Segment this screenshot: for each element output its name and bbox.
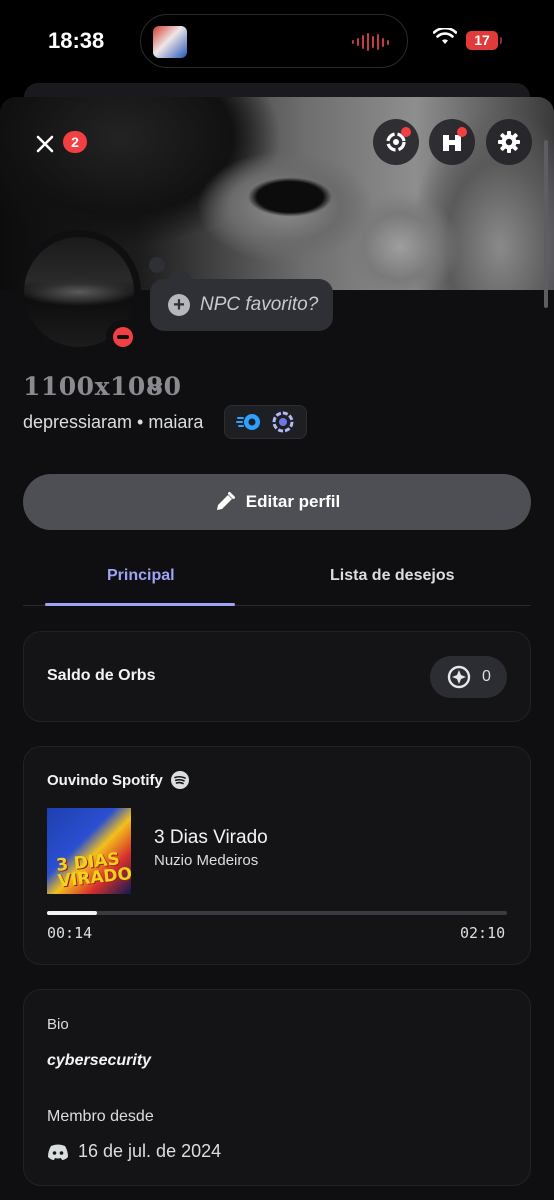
badge-group[interactable] [224,405,307,439]
tab-active-indicator [45,603,235,606]
bio-heading: Bio [47,1016,69,1033]
track-title[interactable]: 3 Dias Virado [154,827,268,849]
tab-principal[interactable]: Principal [107,567,175,585]
thought-bubble-dot [149,257,165,273]
edit-profile-label: Editar perfil [245,492,341,511]
dnd-status-icon [113,327,133,347]
spotify-label: Ouvindo Spotify [47,772,163,789]
plus-icon: + [168,294,190,316]
member-since-date: 16 de jul. de 2024 [78,1141,222,1161]
progress-fill [47,911,97,915]
gear-icon [498,131,520,153]
total-time: 02:10 [460,924,506,942]
track-artist[interactable]: Nuzio Medeiros [154,852,258,869]
scroll-indicator[interactable] [544,140,548,308]
notification-badge: 2 [63,131,87,153]
close-icon[interactable] [34,133,56,155]
tab-wishlist[interactable]: Lista de desejos [330,567,455,585]
orb-icon [447,665,471,689]
progress-bar [47,911,507,915]
boost-badge-icon [272,411,293,433]
custom-status-bubble[interactable]: + NPC favorito? [150,279,333,331]
orbs-label: Saldo de Orbs [47,667,156,684]
now-playing-art [153,26,187,58]
battery-cap [500,37,502,44]
shop-button[interactable] [429,119,475,165]
bio-text: cybersecurity [47,1052,152,1069]
dynamic-island[interactable] [140,14,408,68]
discord-icon [48,1144,68,1160]
battery-icon: 17 [466,31,498,50]
pencil-icon [216,492,235,510]
wifi-icon [433,28,457,44]
quest-button[interactable] [373,119,419,165]
quest-alert-dot [401,127,411,137]
elapsed-time: 00:14 [47,924,93,942]
custom-status-text: NPC favorito? [200,294,319,315]
member-since-heading: Membro desde [47,1108,154,1125]
spotify-icon [171,771,189,789]
audio-wave-icon [352,33,389,51]
orbs-value: 0 [482,668,491,685]
chevron-down-icon[interactable] [146,381,164,393]
edit-profile-button[interactable]: Editar perfil [23,474,531,530]
settings-button[interactable] [486,119,532,165]
handle-pronouns: depressiaram • maiara [23,412,204,432]
orbs-balance-button[interactable]: 0 [430,656,507,698]
album-cover-text: 3 DIAS VIRADO [55,849,131,892]
status-time: 18:38 [48,28,105,53]
shop-alert-dot [457,127,467,137]
nitro-icon [235,414,260,430]
album-cover[interactable]: 3 DIAS VIRADO [47,808,131,894]
